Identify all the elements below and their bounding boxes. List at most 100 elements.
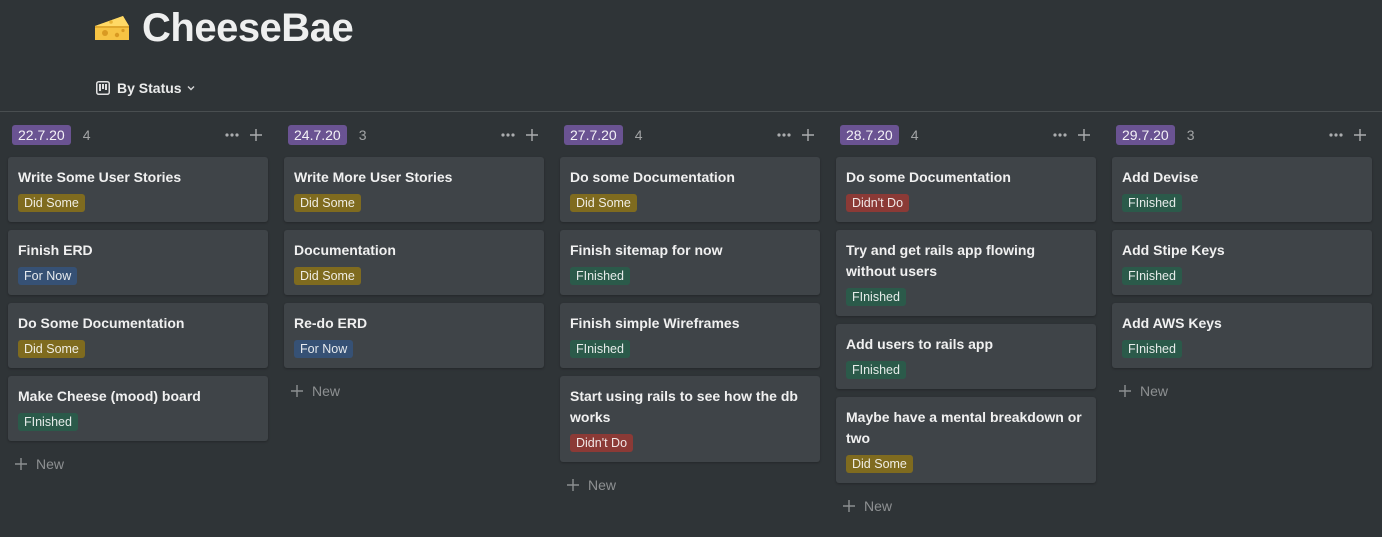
card[interactable]: Write More User Stories Did Some xyxy=(284,157,544,222)
card[interactable]: Do Some Documentation Did Some xyxy=(8,303,268,368)
column-count: 3 xyxy=(358,127,367,143)
card-title: Finish simple Wireframes xyxy=(570,315,740,331)
column-count: 4 xyxy=(634,127,643,143)
column-header: 22.7.20 4 xyxy=(8,120,268,150)
column-count: 4 xyxy=(910,127,919,143)
more-options-icon[interactable] xyxy=(1052,127,1068,143)
new-label: New xyxy=(1140,383,1169,399)
card[interactable]: Write Some User Stories Did Some xyxy=(8,157,268,222)
more-options-icon[interactable] xyxy=(776,127,792,143)
card-title: Do Some Documentation xyxy=(18,315,185,331)
more-options-icon[interactable] xyxy=(500,127,516,143)
status-tag: Did Some xyxy=(18,194,85,212)
cheese-icon[interactable] xyxy=(92,8,132,48)
status-tag: FInished xyxy=(846,361,906,379)
card-title: Add Stipe Keys xyxy=(1122,242,1225,258)
new-card-button[interactable]: New xyxy=(836,491,1096,521)
card[interactable]: Make Cheese (mood) board FInished xyxy=(8,376,268,441)
card[interactable]: Add AWS Keys FInished xyxy=(1112,303,1372,368)
plus-icon xyxy=(842,499,856,513)
column-header: 27.7.20 4 xyxy=(560,120,820,150)
status-tag: FInished xyxy=(1122,194,1182,212)
column-count: 4 xyxy=(82,127,91,143)
column-header: 24.7.20 3 xyxy=(284,120,544,150)
card-title: Documentation xyxy=(294,242,396,258)
card-title: Add Devise xyxy=(1122,169,1199,185)
status-tag: For Now xyxy=(18,267,78,285)
more-options-icon[interactable] xyxy=(1328,127,1344,143)
board-view-icon xyxy=(96,81,110,95)
new-card-button[interactable]: New xyxy=(284,376,544,406)
column-count: 3 xyxy=(1186,127,1195,143)
more-options-icon[interactable] xyxy=(224,127,240,143)
header-divider xyxy=(0,111,1382,112)
card[interactable]: Finish ERD For Now xyxy=(8,230,268,295)
column-tag[interactable]: 24.7.20 xyxy=(288,125,347,145)
board-column: 29.7.20 3 Add Devise FInished Add Stipe … xyxy=(1112,120,1372,521)
plus-icon[interactable] xyxy=(1352,127,1368,143)
card[interactable]: Try and get rails app flowing without us… xyxy=(836,230,1096,316)
plus-icon xyxy=(14,457,28,471)
status-tag: Did Some xyxy=(294,194,361,212)
card[interactable]: Documentation Did Some xyxy=(284,230,544,295)
card[interactable]: Do some Documentation Did Some xyxy=(560,157,820,222)
view-label: By Status xyxy=(117,80,182,96)
new-label: New xyxy=(588,477,617,493)
page-header: CheeseBae xyxy=(92,4,354,52)
column-actions xyxy=(1328,127,1368,143)
plus-icon[interactable] xyxy=(524,127,540,143)
card[interactable]: Re-do ERD For Now xyxy=(284,303,544,368)
board-column: 28.7.20 4 Do some Documentation Didn't D… xyxy=(836,120,1096,521)
card-title: Do some Documentation xyxy=(846,169,1011,185)
new-card-button[interactable]: New xyxy=(1112,376,1372,406)
column-tag[interactable]: 29.7.20 xyxy=(1116,125,1175,145)
new-card-button[interactable]: New xyxy=(560,470,820,500)
column-header: 28.7.20 4 xyxy=(836,120,1096,150)
card[interactable]: Maybe have a mental breakdown or two Did… xyxy=(836,397,1096,483)
new-card-button[interactable]: New xyxy=(8,449,268,479)
column-tag[interactable]: 22.7.20 xyxy=(12,125,71,145)
card-title: Write More User Stories xyxy=(294,169,453,185)
status-tag: FInished xyxy=(1122,340,1182,358)
card-title: Add users to rails app xyxy=(846,336,994,352)
plus-icon[interactable] xyxy=(248,127,264,143)
status-tag: FInished xyxy=(18,413,78,431)
board: 22.7.20 4 Write Some User Stories Did So… xyxy=(8,120,1372,521)
card-title: Add AWS Keys xyxy=(1122,315,1222,331)
plus-icon[interactable] xyxy=(1076,127,1092,143)
board-column: 27.7.20 4 Do some Documentation Did Some… xyxy=(560,120,820,521)
column-actions xyxy=(500,127,540,143)
card[interactable]: Finish simple Wireframes FInished xyxy=(560,303,820,368)
status-tag: Didn't Do xyxy=(570,434,634,452)
card[interactable]: Finish sitemap for now FInished xyxy=(560,230,820,295)
status-tag: Didn't Do xyxy=(846,194,910,212)
card[interactable]: Add Devise FInished xyxy=(1112,157,1372,222)
page-title: CheeseBae xyxy=(142,6,354,50)
column-header: 29.7.20 3 xyxy=(1112,120,1372,150)
view-switcher[interactable]: By Status xyxy=(96,78,196,98)
column-actions xyxy=(776,127,816,143)
card[interactable]: Add users to rails app FInished xyxy=(836,324,1096,389)
card-title: Finish ERD xyxy=(18,242,93,258)
board-column: 22.7.20 4 Write Some User Stories Did So… xyxy=(8,120,268,521)
plus-icon xyxy=(290,384,304,398)
column-actions xyxy=(1052,127,1092,143)
status-tag: For Now xyxy=(294,340,354,358)
card[interactable]: Do some Documentation Didn't Do xyxy=(836,157,1096,222)
status-tag: Did Some xyxy=(570,194,637,212)
column-tag[interactable]: 28.7.20 xyxy=(840,125,899,145)
status-tag: Did Some xyxy=(294,267,361,285)
column-actions xyxy=(224,127,264,143)
new-label: New xyxy=(864,498,893,514)
card-title: Finish sitemap for now xyxy=(570,242,723,258)
card[interactable]: Start using rails to see how the db work… xyxy=(560,376,820,462)
chevron-down-icon xyxy=(186,83,196,93)
plus-icon[interactable] xyxy=(800,127,816,143)
plus-icon xyxy=(1118,384,1132,398)
status-tag: Did Some xyxy=(846,455,913,473)
new-label: New xyxy=(312,383,341,399)
card-title: Re-do ERD xyxy=(294,315,368,331)
column-tag[interactable]: 27.7.20 xyxy=(564,125,623,145)
status-tag: FInished xyxy=(846,288,906,306)
card[interactable]: Add Stipe Keys FInished xyxy=(1112,230,1372,295)
